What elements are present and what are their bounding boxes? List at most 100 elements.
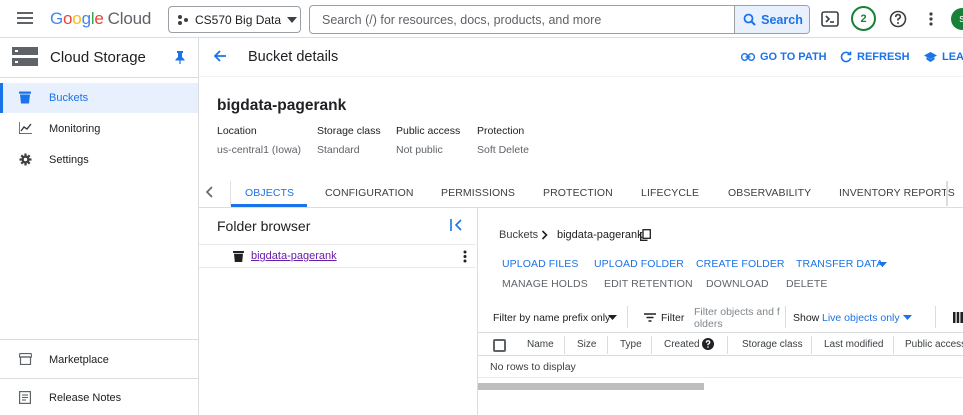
more-options-vertical-icon[interactable] [463,250,467,263]
tab-scroll-edge [946,181,948,206]
tab-objects[interactable]: OBJECTS [245,187,294,199]
link-icon [741,53,755,61]
sidebar-item-release-notes[interactable]: Release Notes [0,383,198,413]
search-button-label: Search [761,12,803,27]
filter-input-placeholder[interactable]: Filter objects and f [694,306,780,318]
chevron-right-icon [541,230,548,240]
filter-mode-select[interactable]: Filter by name prefix only [493,312,610,324]
meta-location-label: Location [217,125,257,137]
column-header-public-access[interactable]: Public access [905,339,963,350]
column-header-name[interactable]: Name [527,339,554,350]
breadcrumb-buckets[interactable]: Buckets [499,229,538,241]
active-tab-indicator [231,204,307,207]
bucket-name: bigdata-pagerank [217,97,347,114]
refresh-label: REFRESH [857,51,910,63]
search-button[interactable]: Search [734,6,809,33]
sidebar-item-label: Monitoring [49,123,101,135]
column-display-icon[interactable] [953,312,963,323]
column-divider [811,336,812,354]
copy-icon[interactable] [640,229,651,241]
meta-storage-class-label: Storage class [317,125,381,137]
show-objects-select[interactable]: Live objects only [822,312,900,324]
refresh-button[interactable]: REFRESH [840,51,910,63]
column-divider [607,336,608,354]
search-input[interactable] [310,6,734,33]
more-options-vertical-icon[interactable] [920,8,942,30]
sidebar-item-label: Release Notes [49,392,122,404]
learn-label: LEAR [942,51,963,63]
logo-word-cloud: Cloud [107,9,152,28]
google-cloud-logo[interactable]: Google Cloud [50,9,151,29]
folder-browser-pane [199,208,478,415]
account-avatar[interactable]: s [951,8,963,30]
collapse-panel-icon[interactable] [450,219,463,231]
bucket-icon [233,251,244,262]
select-all-checkbox[interactable] [493,339,506,352]
tab-observability[interactable]: OBSERVABILITY [728,187,811,199]
column-header-type[interactable]: Type [620,339,642,350]
meta-location-value: us-central1 (Iowa) [217,144,302,156]
show-label: Show [793,312,820,324]
column-divider [893,336,894,354]
sidebar-item-marketplace[interactable]: Marketplace [0,345,198,375]
sidebar-item-label: Buckets [49,92,89,104]
sidebar-item-settings[interactable]: Settings [0,145,198,175]
tab-scroll-left-chevron-icon[interactable] [205,186,215,198]
back-arrow-icon[interactable] [212,48,228,64]
sidebar: Cloud Storage Buckets Monitoring Setting… [0,38,199,415]
download-button[interactable]: DOWNLOAD [706,278,769,290]
cloud-shell-terminal-icon[interactable] [819,8,841,30]
upload-folder-button[interactable]: UPLOAD FOLDER [594,258,684,270]
upload-files-button[interactable]: UPLOAD FILES [502,258,578,270]
tab-inventory-reports[interactable]: INVENTORY REPORTS [839,187,955,199]
filter-list-icon [644,313,656,322]
search-box: Search [309,5,810,34]
column-header-last-modified[interactable]: Last modified [824,339,883,350]
help-question-icon[interactable] [702,338,714,350]
edit-retention-button[interactable]: EDIT RETENTION [604,278,693,290]
tab-lifecycle[interactable]: LIFECYCLE [641,187,699,199]
horizontal-scrollbar-thumb[interactable] [478,383,704,390]
caret-down-icon [287,16,298,23]
filter-input-placeholder-wrap: olders [694,318,723,330]
table-bottom-divider [478,377,963,378]
column-header-storage-class[interactable]: Storage class [742,339,803,350]
help-question-icon[interactable] [887,8,909,30]
folder-tree-item[interactable]: bigdata-pagerank [251,250,337,262]
sidebar-item-buckets[interactable]: Buckets [0,83,198,113]
manage-holds-button[interactable]: MANAGE HOLDS [502,278,588,290]
filter-separator [935,306,936,328]
transfer-data-button[interactable]: TRANSFER DATA [796,258,883,270]
caret-down-icon [903,315,912,320]
logo-letter: o [63,9,73,28]
delete-button[interactable]: DELETE [786,278,827,290]
go-to-path-button[interactable]: GO TO PATH [741,51,827,63]
hamburger-menu-icon[interactable] [17,11,33,25]
pin-icon[interactable] [175,51,185,64]
school-cap-icon [924,52,937,62]
folder-browser-divider [199,244,478,245]
sidebar-item-monitoring[interactable]: Monitoring [0,114,198,144]
column-header-size[interactable]: Size [577,339,596,350]
meta-storage-class-value: Standard [317,144,360,156]
product-title: Cloud Storage [50,49,146,66]
tab-permissions[interactable]: PERMISSIONS [441,187,515,199]
column-header-created[interactable]: Created [664,339,700,350]
notification-count-badge[interactable]: 2 [851,6,876,31]
tab-configuration[interactable]: CONFIGURATION [325,187,414,199]
meta-public-access-label: Public access [396,125,461,137]
filter-separator [627,306,628,328]
search-icon [743,13,756,26]
empty-table-message: No rows to display [490,361,576,373]
refresh-icon [840,51,852,63]
create-folder-button[interactable]: CREATE FOLDER [696,258,785,270]
tab-protection[interactable]: PROTECTION [543,187,613,199]
caret-down-icon [608,315,617,320]
filter-label: Filter [661,312,685,324]
learn-button[interactable]: LEAR [924,51,963,63]
release-notes-icon [19,391,31,404]
project-selector[interactable]: CS570 Big Data [168,6,301,33]
project-hub-icon [177,14,189,26]
bucket-icon [19,91,31,104]
caret-down-icon [878,262,887,267]
